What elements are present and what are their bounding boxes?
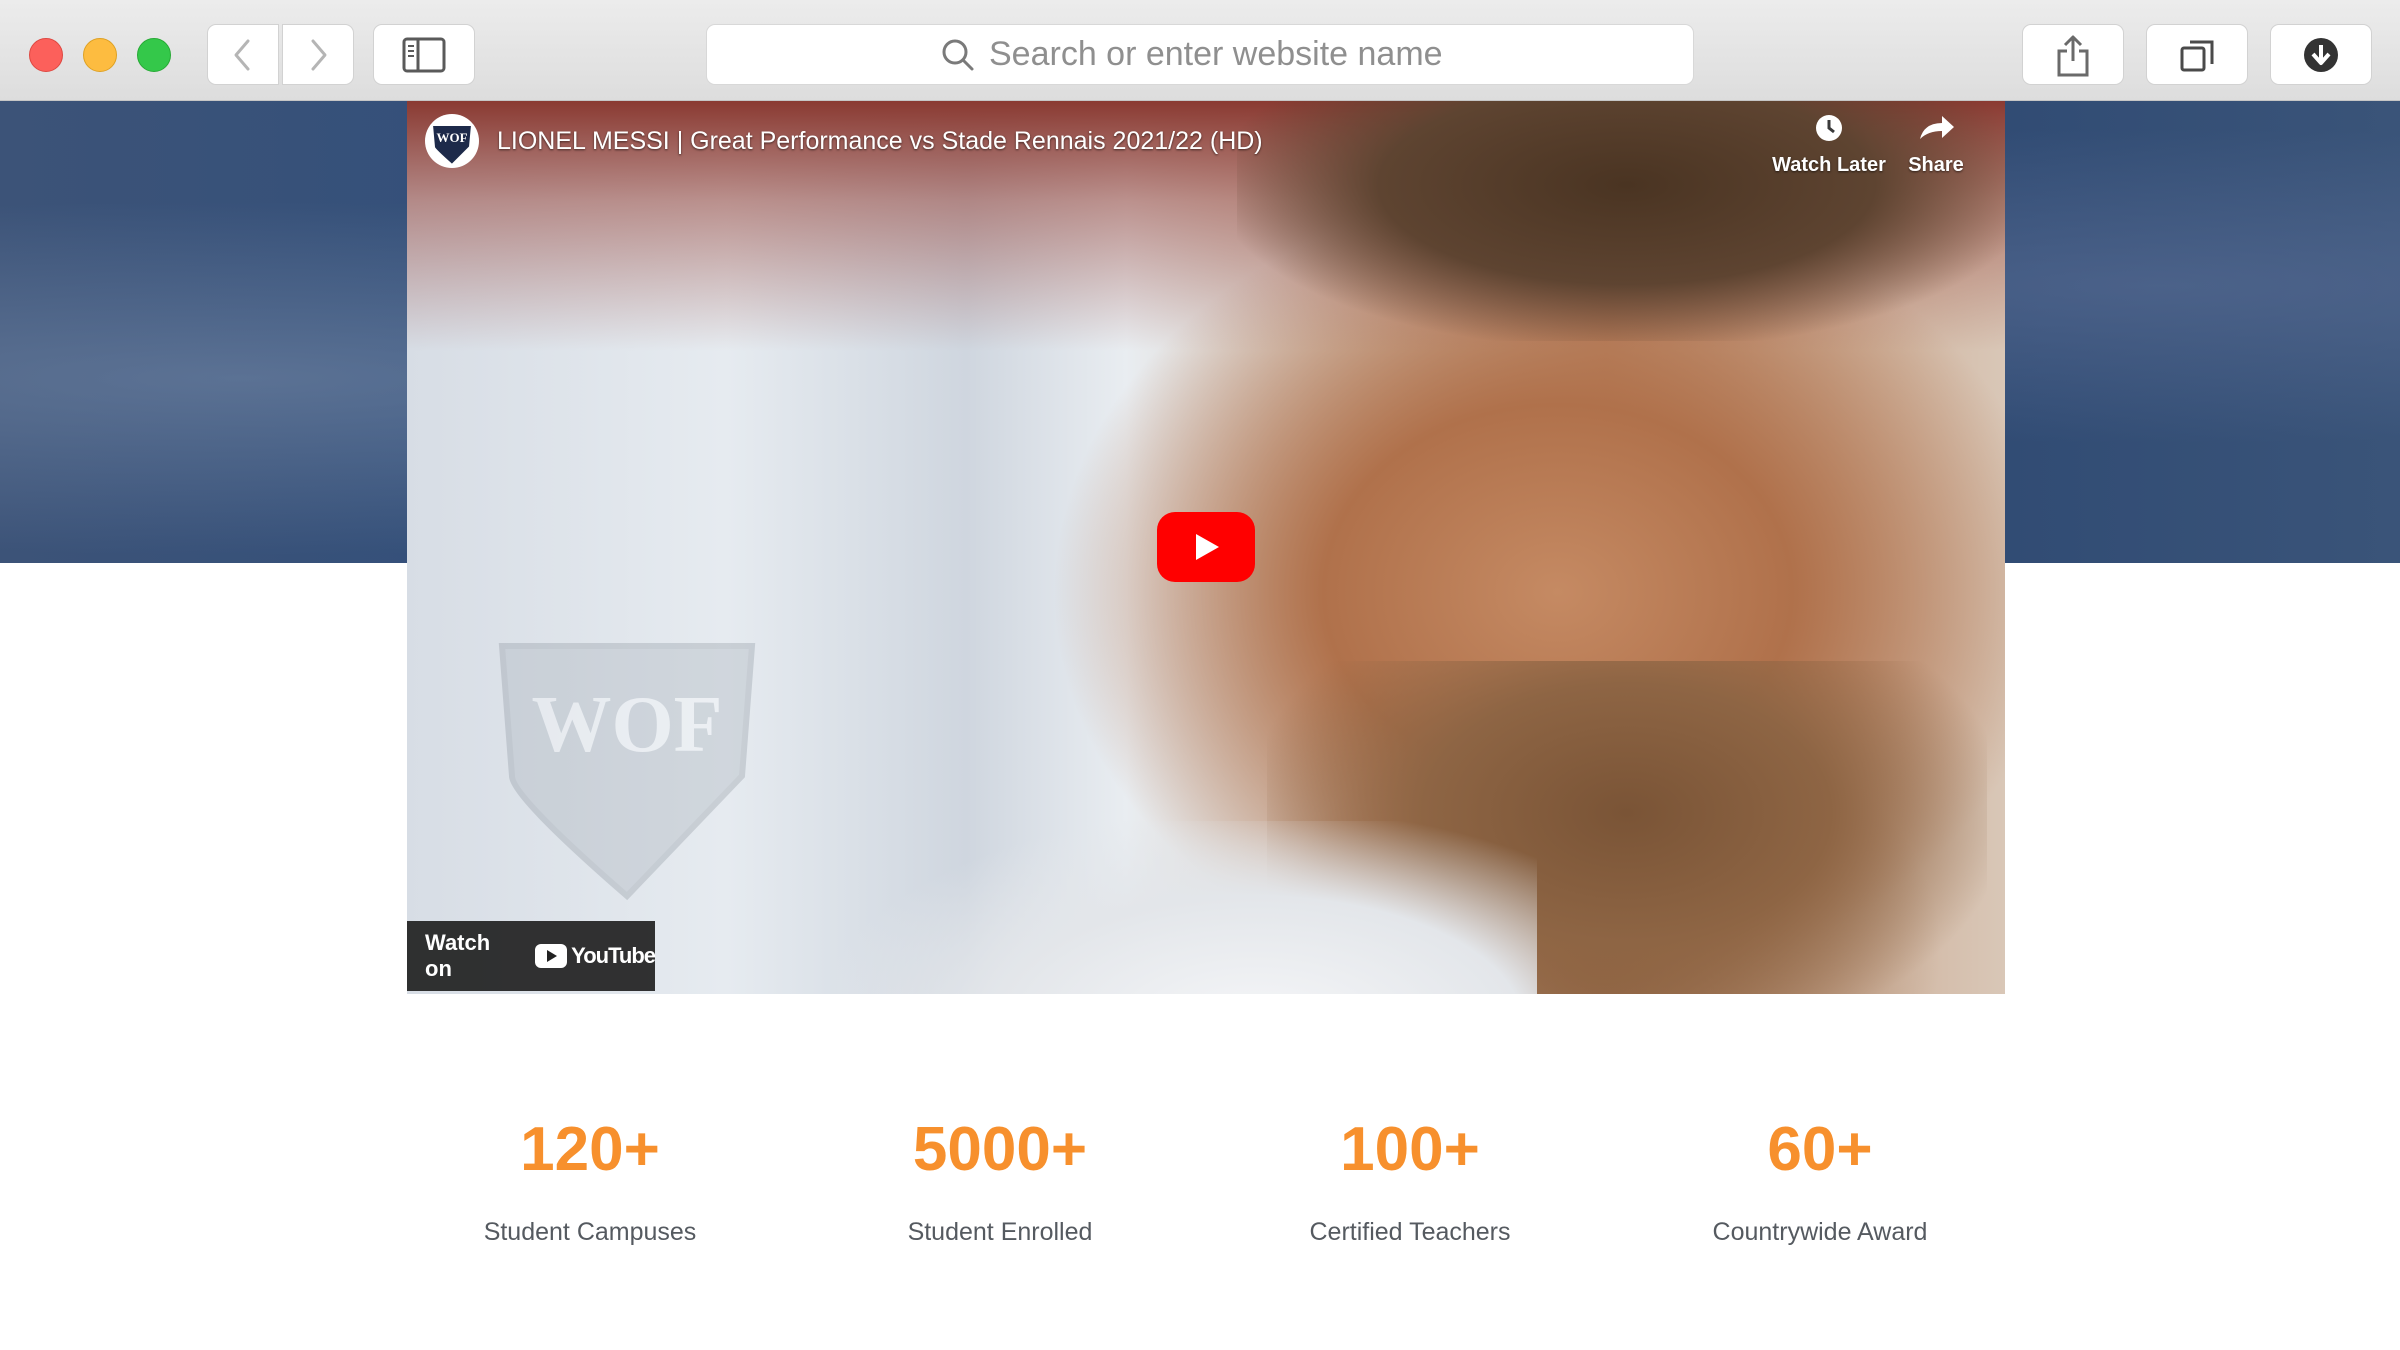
back-button[interactable] bbox=[207, 24, 279, 85]
youtube-video-embed[interactable]: WOF WOF LIONEL MESSI | Great Performance… bbox=[407, 101, 2005, 994]
stat-number: 120+ bbox=[520, 1115, 660, 1184]
zoom-window-button[interactable] bbox=[137, 38, 171, 72]
stat-number: 5000+ bbox=[912, 1115, 1088, 1184]
stat-student-enrolled: 5000+ Student Enrolled bbox=[800, 1110, 1200, 1247]
downloads-button[interactable] bbox=[2270, 24, 2372, 85]
download-icon bbox=[2304, 37, 2338, 72]
watch-later-button[interactable]: Watch Later bbox=[1764, 113, 1894, 177]
stat-student-campuses: 120+ Student Campuses bbox=[390, 1110, 790, 1247]
channel-watermark: WOF bbox=[498, 643, 756, 901]
search-icon bbox=[942, 39, 974, 70]
stat-countrywide-award: 60+ Countrywide Award bbox=[1620, 1110, 2020, 1247]
browser-toolbar bbox=[0, 0, 2400, 101]
watermark-text: WOF bbox=[531, 681, 722, 769]
play-button[interactable] bbox=[1157, 512, 1255, 582]
video-thumbnail-detail bbox=[837, 821, 1537, 994]
share-label: Share bbox=[1908, 154, 1964, 176]
stat-number: 60+ bbox=[1767, 1115, 1873, 1184]
stat-certified-teachers: 100+ Certified Teachers bbox=[1210, 1110, 1610, 1247]
stat-label: Student Campuses bbox=[483, 1218, 697, 1246]
share-video-button[interactable]: Share bbox=[1891, 113, 1981, 177]
youtube-icon bbox=[535, 944, 568, 968]
watch-later-label: Watch Later bbox=[1772, 154, 1886, 176]
stat-label: Countrywide Award bbox=[1712, 1218, 1928, 1246]
address-bar[interactable] bbox=[706, 24, 1694, 85]
channel-logo[interactable]: WOF bbox=[424, 113, 480, 169]
share-page-button[interactable] bbox=[2022, 24, 2124, 85]
clock-icon bbox=[1816, 115, 1842, 141]
tab-overview-button[interactable] bbox=[2146, 24, 2248, 85]
share-icon bbox=[2057, 35, 2089, 76]
youtube-wordmark: YouTube bbox=[571, 943, 656, 968]
stat-label: Student Enrolled bbox=[907, 1218, 1093, 1246]
search-input[interactable] bbox=[989, 35, 1459, 74]
sidebar-icon bbox=[402, 37, 446, 72]
chevron-right-icon bbox=[311, 39, 327, 70]
watch-on-label: Watch on bbox=[425, 930, 491, 981]
sidebar-toggle-button[interactable] bbox=[373, 24, 475, 85]
watch-on-youtube-button[interactable]: Watch on YouTube bbox=[407, 921, 656, 991]
forward-button[interactable] bbox=[282, 24, 354, 85]
youtube-logo: YouTube bbox=[535, 943, 656, 969]
tabs-icon bbox=[2180, 40, 2214, 71]
video-title[interactable]: LIONEL MESSI | Great Performance vs Stad… bbox=[497, 127, 1263, 156]
stat-number: 100+ bbox=[1340, 1115, 1480, 1184]
chevron-left-icon bbox=[234, 39, 250, 70]
share-arrow-icon bbox=[1920, 116, 1954, 139]
channel-logo-text: WOF bbox=[436, 130, 467, 145]
stat-label: Certified Teachers bbox=[1309, 1218, 1511, 1246]
close-window-button[interactable] bbox=[29, 38, 63, 72]
minimize-window-button[interactable] bbox=[83, 38, 117, 72]
